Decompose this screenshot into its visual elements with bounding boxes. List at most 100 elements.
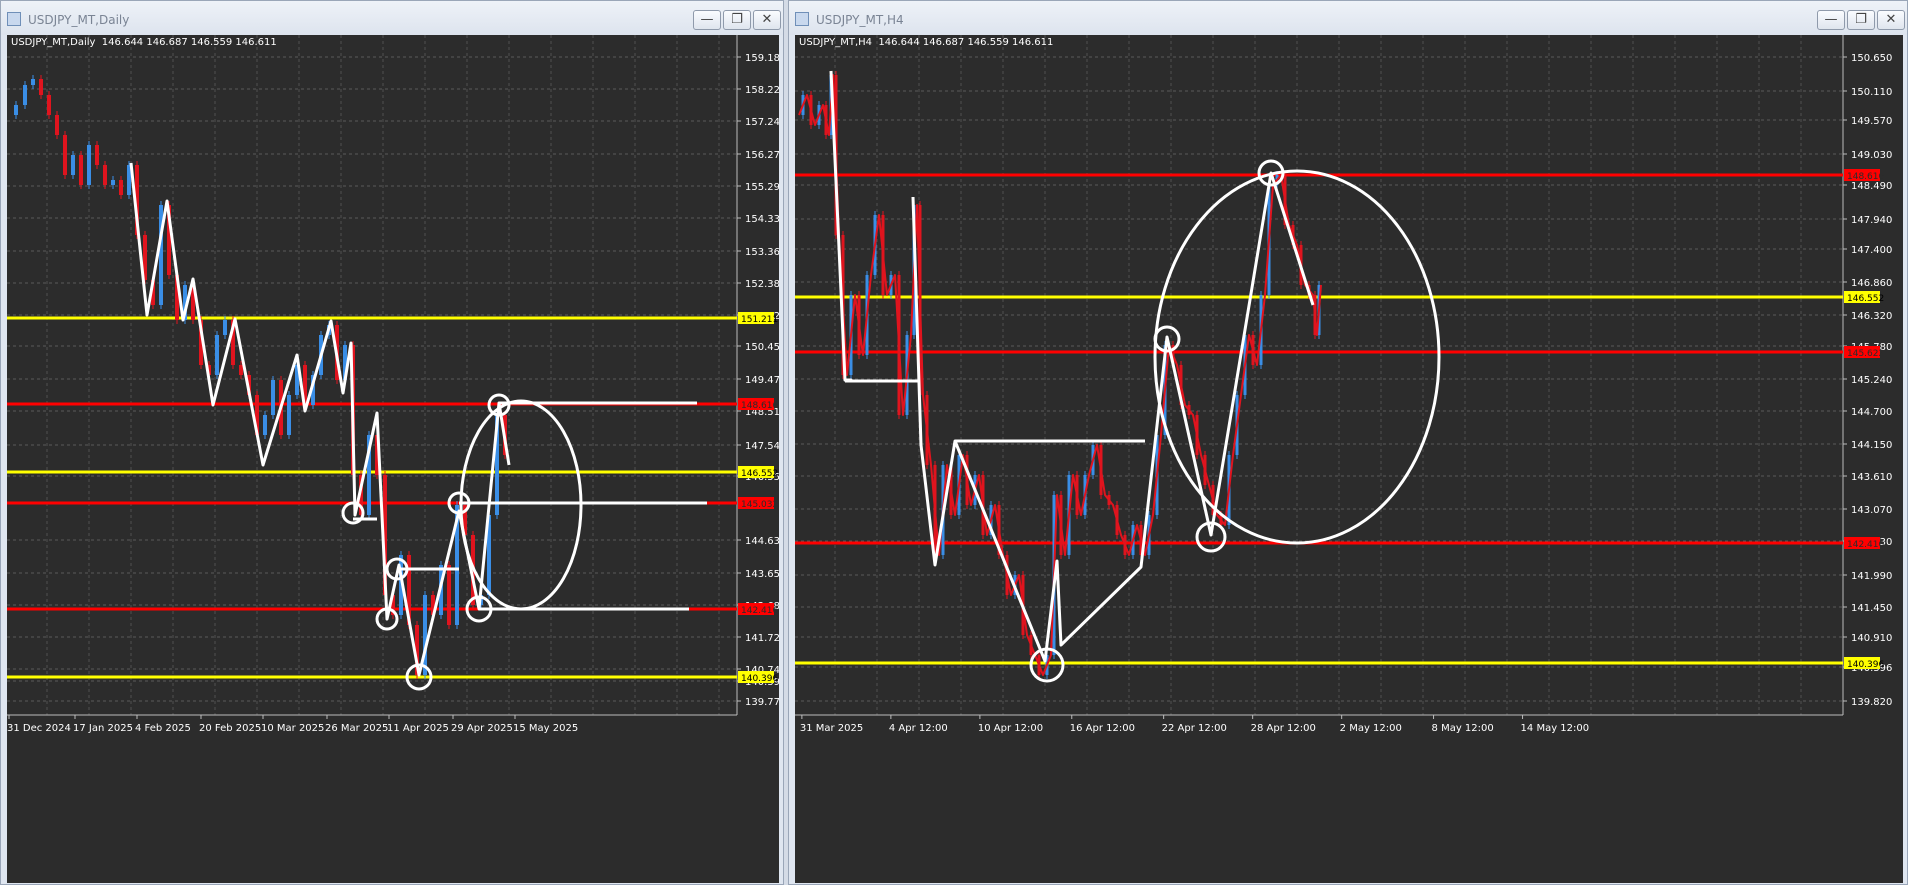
price-tick-label: 141.990 <box>1851 571 1892 582</box>
minimize-icon: — <box>700 12 714 27</box>
price-tick-label: 149.030 <box>1851 150 1892 161</box>
price-level-tag: 146.552 <box>741 469 778 479</box>
price-chart-daily[interactable]: 159.180 158.220 157.245 156.270 155.295 154.3… <box>7 35 779 883</box>
minimize-button[interactable]: — <box>1817 10 1845 30</box>
price-tick-label: 159.180 <box>745 53 779 64</box>
time-axis-area <box>795 715 1843 883</box>
price-level-tag: 145.622 <box>1847 349 1884 359</box>
date-tick-label: 10 Apr 12:00 <box>978 723 1043 734</box>
price-tick-label: 158.220 <box>745 85 779 96</box>
chart-window-icon <box>7 12 21 26</box>
price-tick-label: 140.910 <box>1851 633 1892 644</box>
price-tick-label: 154.335 <box>745 214 779 225</box>
date-tick-label: 16 Apr 12:00 <box>1070 723 1135 734</box>
symbol-info: USDJPY_MT,Daily 146.644 146.687 146.559 … <box>11 37 277 48</box>
maximize-button[interactable]: ❐ <box>1847 10 1875 30</box>
chart-window-daily[interactable]: USDJPY_MT,Daily — ❐ ✕ 159.180 158.220 157.… <box>0 0 784 885</box>
price-tick-label: 148.490 <box>1851 181 1892 192</box>
maximize-button[interactable]: ❐ <box>723 10 751 30</box>
time-axis-area <box>7 715 737 883</box>
chart-canvas[interactable]: 150.650 150.110 149.570 149.030 148.490 147.9… <box>795 35 1903 883</box>
date-tick-label: 22 Apr 12:00 <box>1162 723 1227 734</box>
price-chart-h4[interactable]: 150.650 150.110 149.570 149.030 148.490 147.9… <box>795 35 1903 883</box>
candle-body <box>95 145 99 165</box>
date-tick-label: 15 May 2025 <box>513 723 578 734</box>
price-tick-label: 143.655 <box>745 569 779 580</box>
date-tick-label: 14 May 12:00 <box>1521 723 1590 734</box>
plot-area <box>795 35 1843 715</box>
candle-body <box>423 595 427 675</box>
candle-body <box>271 380 275 415</box>
price-axis-area <box>1843 35 1903 883</box>
price-tick-label: 149.570 <box>1851 116 1892 127</box>
candle-body <box>287 395 291 435</box>
price-level-tag: 140.396 <box>741 674 778 684</box>
date-tick-label: 31 Dec 2024 <box>7 723 71 734</box>
titlebar-h4[interactable]: USDJPY_MT,H4 — ❐ ✕ <box>789 1 1907 35</box>
minimize-button[interactable]: — <box>693 10 721 30</box>
price-tick-label: 156.270 <box>745 150 779 161</box>
candle-body <box>63 135 67 175</box>
candle-body <box>47 95 51 115</box>
window-title: USDJPY_MT,H4 <box>816 13 904 27</box>
date-tick-label: 8 May 12:00 <box>1432 723 1494 734</box>
candle-body <box>14 105 18 115</box>
date-tick-label: 29 Apr 2025 <box>451 723 513 734</box>
price-level-tag: 145.032 <box>741 500 778 510</box>
chart-canvas[interactable]: 159.180 158.220 157.245 156.270 155.295 154.3… <box>7 35 779 883</box>
close-button[interactable]: ✕ <box>1877 10 1905 30</box>
candle-body <box>87 145 91 185</box>
date-tick-label: 4 Apr 12:00 <box>889 723 948 734</box>
price-tick-label: 141.720 <box>745 633 779 644</box>
price-tick-label: 149.475 <box>745 375 779 386</box>
candle-body <box>239 365 243 375</box>
candle-body <box>71 155 75 175</box>
price-tick-label: 144.700 <box>1851 407 1892 418</box>
close-icon: ✕ <box>1885 12 1897 27</box>
date-tick-label: 10 Mar 2025 <box>261 723 324 734</box>
titlebar-daily[interactable]: USDJPY_MT,Daily — ❐ ✕ <box>1 1 783 35</box>
date-tick-label: 26 Mar 2025 <box>325 723 388 734</box>
price-tick-label: 144.150 <box>1851 440 1892 451</box>
price-tick-label: 150.450 <box>745 342 779 353</box>
candle-body <box>103 165 107 185</box>
date-tick-label: 17 Jan 2025 <box>73 723 133 734</box>
chart-window-icon <box>795 12 809 26</box>
candle-body <box>79 155 83 185</box>
price-tick-label: 143.610 <box>1851 472 1892 483</box>
candle-body <box>55 115 59 135</box>
date-tick-label: 11 Apr 2025 <box>387 723 449 734</box>
price-tick-label: 144.630 <box>745 536 779 547</box>
date-tick-label: 28 Apr 12:00 <box>1251 723 1316 734</box>
price-level-tag: 142.416 <box>741 606 778 616</box>
close-icon: ✕ <box>761 12 773 27</box>
window-title: USDJPY_MT,Daily <box>28 13 130 27</box>
price-tick-label: 139.820 <box>1851 697 1892 708</box>
price-tick-label: 146.320 <box>1851 311 1892 322</box>
candle-body <box>223 320 227 335</box>
price-tick-label: 150.650 <box>1851 53 1892 64</box>
price-level-tag: 148.616 <box>1847 172 1884 182</box>
candle-body <box>447 565 451 625</box>
maximize-icon: ❐ <box>731 12 743 27</box>
close-button[interactable]: ✕ <box>753 10 781 30</box>
price-level-tag: 151.211 <box>741 315 778 325</box>
price-tick-label: 147.400 <box>1851 245 1892 256</box>
candle-body <box>119 180 123 195</box>
candle-body <box>111 180 115 185</box>
price-tick-label: 147.540 <box>745 441 779 452</box>
minimize-icon: — <box>1824 12 1838 27</box>
price-tick-label: 150.110 <box>1851 87 1892 98</box>
date-tick-label: 4 Feb 2025 <box>135 723 191 734</box>
price-tick-label: 147.940 <box>1851 215 1892 226</box>
price-level-tag: 146.552 <box>1847 294 1884 304</box>
date-tick-label: 2 May 12:00 <box>1340 723 1402 734</box>
date-tick-label: 31 Mar 2025 <box>800 723 863 734</box>
symbol-info: USDJPY_MT,H4 146.644 146.687 146.559 146… <box>799 37 1054 48</box>
chart-window-h4[interactable]: USDJPY_MT,H4 — ❐ ✕ 150.650 150.110 149.570… <box>788 0 1908 885</box>
price-tick-label: 146.860 <box>1851 278 1892 289</box>
date-tick-label: 20 Feb 2025 <box>199 723 261 734</box>
price-level-tag: 140.396 <box>1847 660 1884 670</box>
price-tick-label: 153.360 <box>745 247 779 258</box>
price-level-tag: 142.416 <box>1847 540 1884 550</box>
